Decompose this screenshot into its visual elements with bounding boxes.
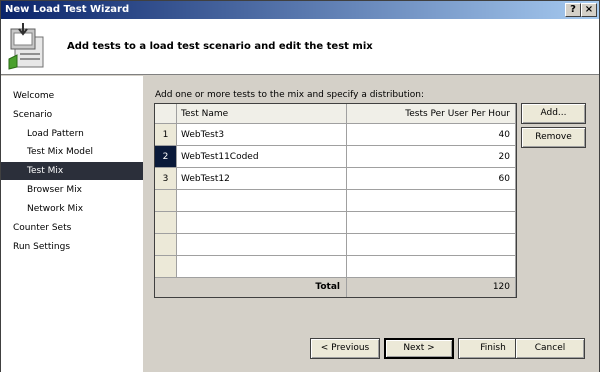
window-title: New Load Test Wizard [5, 4, 130, 15]
test-name-cell[interactable]: WebTest11Coded [177, 146, 347, 168]
row-header[interactable] [155, 256, 177, 278]
grid-corner [155, 104, 177, 124]
row-header[interactable] [155, 190, 177, 212]
nav-item-scenario[interactable]: Scenario [1, 106, 143, 124]
row-header[interactable] [155, 234, 177, 256]
total-value: 120 [347, 278, 516, 297]
page-title: Add tests to a load test scenario and ed… [67, 41, 373, 52]
title-bar: New Load Test Wizard ? × [1, 1, 599, 19]
tests-per-hour-cell[interactable]: 20 [347, 146, 516, 168]
empty-cell[interactable] [347, 212, 516, 234]
row-header[interactable]: 2 [155, 146, 177, 168]
nav-item-load-pattern[interactable]: Load Pattern [1, 125, 143, 143]
test-name-cell[interactable]: WebTest3 [177, 124, 347, 146]
empty-cell[interactable] [177, 234, 347, 256]
nav-item-test-mix-model[interactable]: Test Mix Model [1, 143, 143, 161]
nav-item-test-mix[interactable]: Test Mix [1, 162, 143, 180]
total-label: Total [155, 278, 347, 297]
empty-cell[interactable] [177, 256, 347, 278]
tests-per-hour-cell[interactable]: 40 [347, 124, 516, 146]
wizard-window: New Load Test Wizard ? × Add tests to a … [0, 0, 600, 372]
wizard-nav: Welcome Scenario Load Pattern Test Mix M… [1, 76, 143, 372]
tests-per-hour-cell[interactable]: 60 [347, 168, 516, 190]
wizard-header: Add tests to a load test scenario and ed… [1, 19, 599, 75]
nav-item-browser-mix[interactable]: Browser Mix [1, 181, 143, 199]
empty-cell[interactable] [347, 256, 516, 278]
empty-cell[interactable] [347, 190, 516, 212]
wizard-footer: < Previous Next > Finish Cancel [143, 312, 599, 372]
row-header[interactable]: 1 [155, 124, 177, 146]
nav-item-counter-sets[interactable]: Counter Sets [1, 219, 143, 237]
wizard-document-icon [8, 23, 44, 70]
instruction-text: Add one or more tests to the mix and spe… [155, 90, 425, 100]
empty-cell[interactable] [177, 190, 347, 212]
column-header-tests-per-user[interactable]: Tests Per User Per Hour [347, 104, 516, 124]
next-button[interactable]: Next > [384, 338, 454, 359]
close-button[interactable]: × [581, 3, 597, 17]
help-button[interactable]: ? [565, 3, 581, 17]
nav-item-run-settings[interactable]: Run Settings [1, 238, 143, 256]
empty-cell[interactable] [177, 212, 347, 234]
test-mix-grid: Test Name Tests Per User Per Hour 1 WebT… [154, 103, 517, 298]
empty-cell[interactable] [347, 234, 516, 256]
content-panel: Add one or more tests to the mix and spe… [143, 76, 599, 372]
row-header[interactable] [155, 212, 177, 234]
column-header-test-name[interactable]: Test Name [177, 104, 347, 124]
nav-item-welcome[interactable]: Welcome [1, 87, 143, 105]
add-test-button[interactable]: Add... [521, 103, 586, 124]
nav-item-network-mix[interactable]: Network Mix [1, 200, 143, 218]
cancel-button[interactable]: Cancel [515, 338, 585, 359]
remove-test-button[interactable]: Remove [521, 127, 586, 148]
previous-button[interactable]: < Previous [310, 338, 380, 359]
test-name-cell[interactable]: WebTest12 [177, 168, 347, 190]
row-header[interactable]: 3 [155, 168, 177, 190]
